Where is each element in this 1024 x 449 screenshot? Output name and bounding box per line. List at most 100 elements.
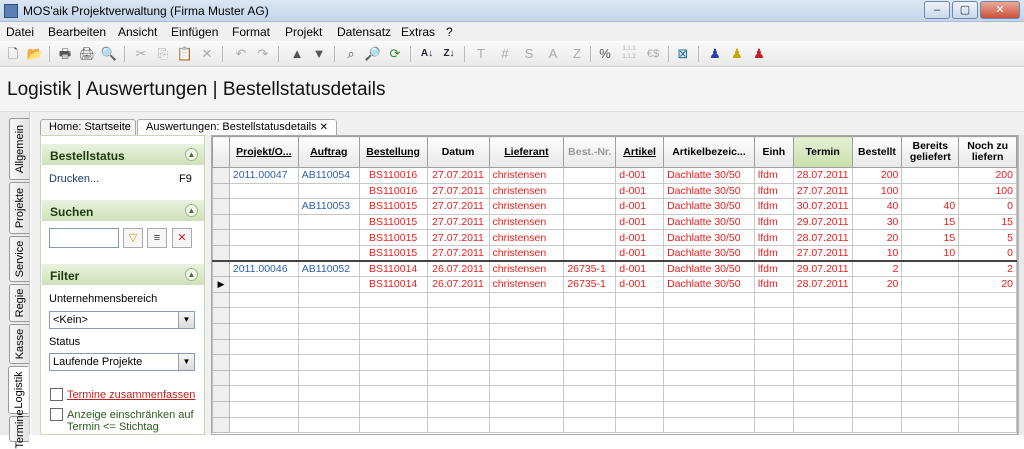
cell-termin[interactable]: 29.07.2011 [792, 260, 853, 278]
a-format-icon[interactable]: A [544, 45, 562, 63]
cell-geliefert[interactable]: 15 [901, 229, 960, 246]
cell-projekt[interactable] [228, 354, 299, 371]
cell-bestellung[interactable] [358, 338, 428, 356]
cell-bez[interactable]: Dachlatte 30/50 [663, 198, 755, 215]
menu-format[interactable]: Format [232, 25, 270, 39]
cell-artikel[interactable]: d-001 [615, 167, 665, 184]
cell-bestnr[interactable] [563, 354, 617, 371]
cell-bestellung[interactable]: BS110014 [358, 276, 428, 293]
cell-lieferant[interactable] [488, 416, 565, 434]
cell-bestellt[interactable] [851, 400, 903, 418]
cell-datum[interactable] [426, 307, 490, 324]
row-indicator[interactable] [212, 229, 230, 246]
cell-bestnr[interactable] [563, 385, 617, 402]
cell-bestellung[interactable] [358, 291, 428, 309]
cell-bestnr[interactable] [563, 322, 617, 340]
sum-format-icon[interactable]: S [520, 45, 538, 63]
cell-geliefert[interactable] [901, 400, 960, 418]
delete-icon[interactable]: ✕ [198, 45, 216, 63]
sort-ascending-icon[interactable]: A↓ [418, 45, 436, 63]
undo-icon[interactable]: ↶ [232, 45, 250, 63]
cell-datum[interactable] [426, 416, 490, 434]
cell-bestellung[interactable]: BS110015 [358, 244, 428, 262]
row-indicator[interactable] [212, 182, 230, 200]
cell-einh[interactable] [753, 354, 794, 371]
cell-einh[interactable] [753, 400, 794, 418]
cell-einh[interactable]: lfdm [753, 198, 794, 215]
cell-einh[interactable] [753, 369, 794, 387]
cell-lieferant[interactable] [488, 338, 565, 356]
cell-geliefert[interactable] [901, 385, 960, 402]
empty-row[interactable] [212, 400, 1017, 418]
currency-icon[interactable]: €$ [644, 45, 662, 63]
cell-termin[interactable] [792, 416, 853, 434]
cell-bestellung[interactable]: BS110015 [358, 198, 428, 215]
table-row[interactable]: BS110015 27.07.2011 christensen d-001 Dachla… [212, 213, 1017, 231]
cell-bestellung[interactable]: BS110015 [358, 213, 428, 231]
empty-row[interactable] [212, 291, 1017, 309]
cell-bestellt[interactable] [851, 291, 903, 309]
cell-noch[interactable]: 15 [958, 213, 1017, 231]
col-datum[interactable]: Datum [426, 136, 490, 168]
cell-bestellung[interactable]: BS110015 [358, 229, 428, 246]
cell-bestellt[interactable]: 20 [851, 276, 903, 293]
chevron-up-icon[interactable]: ▲ [185, 268, 198, 281]
cell-geliefert[interactable] [901, 260, 960, 278]
cell-auftrag[interactable] [297, 369, 360, 387]
row-indicator[interactable] [212, 213, 230, 231]
chevron-down-icon[interactable]: ▼ [178, 312, 194, 328]
cell-auftrag[interactable]: AB110054 [297, 167, 360, 184]
cell-datum[interactable] [426, 354, 490, 371]
cell-bez[interactable] [663, 385, 755, 402]
cell-noch[interactable] [958, 307, 1017, 324]
cell-noch[interactable]: 20 [958, 276, 1017, 293]
cell-noch[interactable] [958, 291, 1017, 309]
cell-bestellung[interactable]: BS110016 [358, 167, 428, 184]
row-indicator[interactable] [212, 291, 230, 309]
col-artikel[interactable]: Artikel [615, 136, 665, 168]
anzeige-einschraenken-checkbox[interactable] [50, 408, 63, 421]
cell-bez[interactable]: Dachlatte 30/50 [663, 244, 755, 262]
menu-datensatz[interactable]: Datensatz [337, 25, 391, 39]
print-link[interactable]: Drucken... [49, 173, 99, 185]
tab-termine[interactable]: Termine [9, 409, 29, 449]
cell-noch[interactable] [958, 385, 1017, 402]
cell-artikel[interactable] [615, 385, 665, 402]
print-icon[interactable]: 🖶 [56, 45, 74, 63]
row-indicator[interactable] [212, 307, 230, 324]
cell-einh[interactable]: lfdm [753, 244, 794, 262]
cell-bez[interactable] [663, 400, 755, 418]
cell-bestellung[interactable] [358, 400, 428, 418]
cell-bestellung[interactable] [358, 369, 428, 387]
cell-noch[interactable]: 0 [958, 244, 1017, 262]
cell-termin[interactable]: 27.07.2011 [792, 244, 853, 262]
cell-termin[interactable]: 29.07.2011 [792, 213, 853, 231]
user-yellow-icon[interactable]: ♟ [728, 45, 746, 63]
chevron-down-icon[interactable]: ▼ [178, 354, 194, 370]
search-input[interactable] [49, 228, 119, 248]
cell-bestellung[interactable]: BS110014 [358, 260, 428, 278]
cell-lieferant[interactable] [488, 385, 565, 402]
cell-termin[interactable] [792, 385, 853, 402]
cell-bestellung[interactable] [358, 307, 428, 324]
cell-bestellt[interactable] [851, 307, 903, 324]
chevron-up-icon[interactable]: ▲ [185, 148, 198, 161]
cell-bestnr[interactable] [563, 307, 617, 324]
cell-bez[interactable]: Dachlatte 30/50 [663, 229, 755, 246]
cell-bez[interactable] [663, 416, 755, 434]
row-indicator[interactable] [212, 338, 230, 356]
cell-auftrag[interactable] [297, 291, 360, 309]
menu-help[interactable]: ? [446, 25, 453, 39]
filter-search-icon[interactable]: ▽ [123, 228, 143, 248]
user-blue-icon[interactable]: ♟ [706, 45, 724, 63]
cell-projekt[interactable] [228, 213, 299, 231]
cell-projekt[interactable] [228, 244, 299, 262]
text-format-icon[interactable]: T [472, 45, 490, 63]
cell-termin[interactable] [792, 307, 853, 324]
cell-lieferant[interactable]: christensen [488, 229, 565, 246]
cell-artikel[interactable] [615, 354, 665, 371]
cell-noch[interactable]: 100 [958, 182, 1017, 200]
col-projekt[interactable]: Projekt/O... [228, 136, 299, 168]
cell-bez[interactable] [663, 322, 755, 340]
doc-tab-startseite[interactable]: Home: Startseite [40, 119, 136, 135]
